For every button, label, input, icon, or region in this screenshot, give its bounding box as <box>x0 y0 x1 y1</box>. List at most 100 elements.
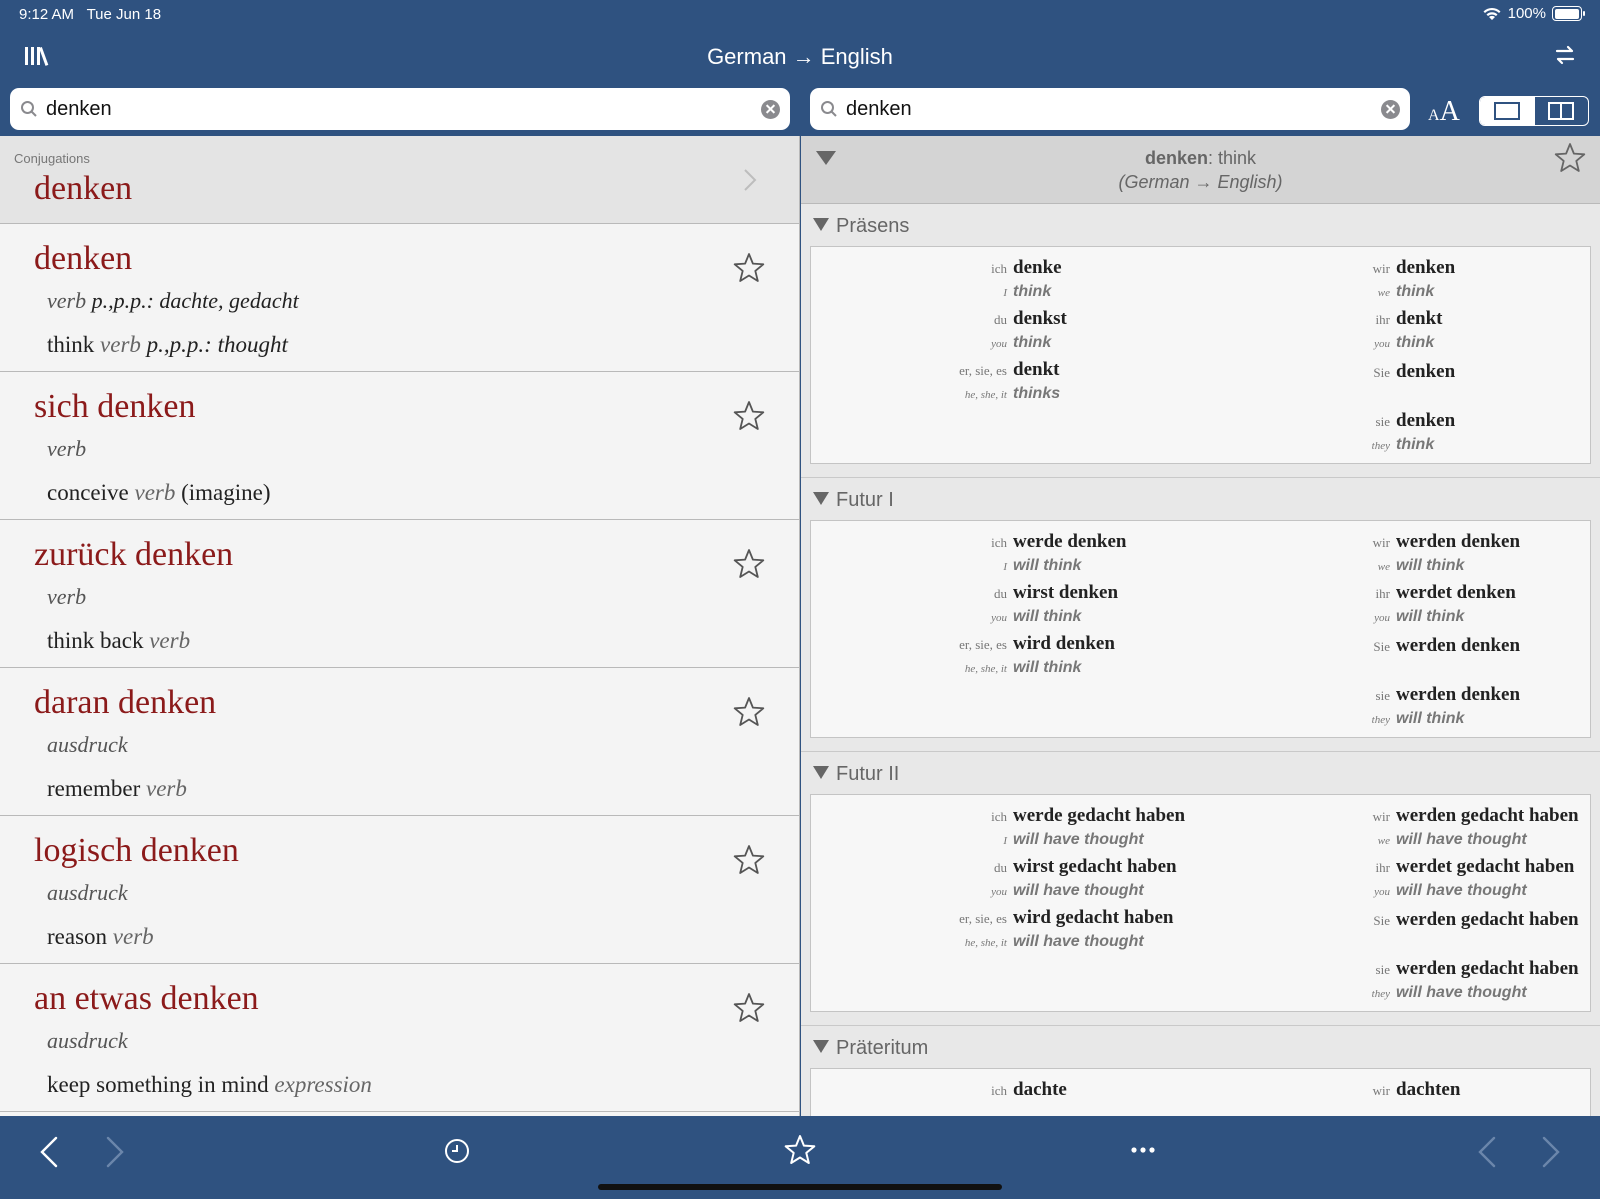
pronoun-english: you <box>1374 338 1390 350</box>
favorite-star-icon[interactable] <box>1554 142 1586 174</box>
verb-translation: will have thought <box>1013 831 1144 848</box>
single-pane-icon <box>1493 102 1520 120</box>
verb-form: denken <box>1396 361 1456 382</box>
page-title: German → English <box>707 44 893 69</box>
pronoun: Sie <box>1373 913 1390 928</box>
section-divider <box>801 464 1600 478</box>
entry-row[interactable]: denken verb p.,p.p.: dachte, gedacht think… <box>0 224 799 372</box>
status-time: 9:12 AM Tue Jun 18 <box>19 6 162 23</box>
entry-row[interactable]: logisch denken ausdruck reason verb <box>0 816 799 964</box>
tense-title: Futur II <box>836 763 900 785</box>
pronoun: ihr <box>1375 586 1390 601</box>
verb-form: denkst <box>1013 308 1067 329</box>
next-entry-icon[interactable] <box>1542 1136 1560 1168</box>
section-divider <box>801 1012 1600 1026</box>
section-divider <box>801 738 1600 752</box>
header-direction: (German → English) <box>1118 172 1283 192</box>
conjugation-pane: denken: think (German → English) Präsens… <box>801 136 1600 1116</box>
swap-direction-icon[interactable] <box>1554 44 1576 66</box>
nav-bar: German → English <box>0 28 1600 86</box>
pronoun: er, sie, es <box>959 911 1007 926</box>
verb-form: werde denken <box>1013 531 1127 552</box>
status-right: 100% <box>1482 5 1585 22</box>
collapse-triangle-icon[interactable] <box>813 766 829 779</box>
pronoun: ihr <box>1375 312 1390 327</box>
split-pane-view-button[interactable] <box>1533 97 1589 125</box>
entry-headword: zurück denken <box>34 536 234 573</box>
favorites-star-icon[interactable] <box>784 1134 816 1166</box>
entry-row[interactable]: daran denken ausdruck remember verb <box>0 668 799 816</box>
collapse-triangle-icon[interactable] <box>813 218 829 231</box>
conjugation-header: denken: think (German → English) <box>801 136 1600 204</box>
favorite-star-icon[interactable] <box>733 844 765 876</box>
pronoun-english: they <box>1371 440 1390 452</box>
wifi-icon <box>1483 7 1501 20</box>
search-input-left[interactable] <box>46 97 761 121</box>
history-clock-icon[interactable] <box>444 1138 470 1164</box>
entry-row[interactable]: zurück denken verb think back verb <box>0 520 799 668</box>
conjugations-row[interactable]: Conjugations denken <box>0 136 799 224</box>
pronoun: ich <box>991 261 1007 276</box>
pronoun: ihr <box>1375 860 1390 875</box>
entry-row[interactable]: an etwas denken ausdruck keep something i… <box>0 964 799 1112</box>
verb-form: werden denken <box>1396 531 1521 552</box>
pronoun-english: he, she, it <box>964 389 1007 401</box>
conjugation-table: ich dachte wir dachten <box>810 1068 1591 1116</box>
verb-translation: think <box>1396 334 1435 351</box>
conjugations-word: denken <box>34 170 133 207</box>
entry-translation: reason verb <box>47 924 154 949</box>
tense-header[interactable]: Futur I <box>801 478 1600 520</box>
pronoun-english: I <box>1003 835 1007 847</box>
header-title: denken: think <box>1144 148 1257 168</box>
verb-form: denkt <box>1013 359 1060 380</box>
verb-form: dachte <box>1013 1079 1067 1100</box>
clear-search-left-icon[interactable] <box>761 99 780 119</box>
collapse-triangle-icon[interactable] <box>813 492 829 505</box>
verb-translation: will have thought <box>1396 831 1527 848</box>
favorite-star-icon[interactable] <box>733 696 765 728</box>
more-options-icon[interactable] <box>1130 1146 1156 1154</box>
favorite-star-icon[interactable] <box>733 992 765 1024</box>
pronoun: ich <box>991 1083 1007 1098</box>
verb-translation: will think <box>1396 608 1465 625</box>
pronoun: wir <box>1372 809 1390 824</box>
tense-header[interactable]: Präsens <box>801 204 1600 246</box>
pronoun-english: you <box>991 612 1007 624</box>
favorite-star-icon[interactable] <box>733 252 765 284</box>
verb-form: wird denken <box>1013 633 1115 654</box>
verb-translation: will think <box>1013 608 1082 625</box>
entry-row[interactable]: sich denken verb conceive verb (imagine) <box>0 372 799 520</box>
search-input-right[interactable] <box>846 97 1381 121</box>
favorite-star-icon[interactable] <box>733 400 765 432</box>
verb-form: werdet denken <box>1396 582 1516 603</box>
search-bar-right <box>810 88 1410 130</box>
favorite-star-icon[interactable] <box>733 548 765 580</box>
pronoun-english: we <box>1377 287 1390 299</box>
conjugation-table: ich denke Ithink du denkst you think er, sie, e… <box>810 246 1591 464</box>
entry-pos: verb <box>47 584 87 609</box>
entry-translation: conceive verb (imagine) <box>47 480 271 505</box>
pronoun-english: we <box>1377 561 1390 573</box>
single-pane-view-button[interactable] <box>1480 97 1534 125</box>
forward-icon[interactable] <box>106 1136 124 1168</box>
home-indicator[interactable] <box>598 1184 1002 1190</box>
pronoun: er, sie, es <box>959 363 1007 378</box>
entry-headword: denken <box>34 240 133 277</box>
pronoun: sie <box>1375 688 1390 703</box>
pronoun-english: you <box>991 338 1007 350</box>
search-icon <box>821 101 837 117</box>
tense-header[interactable]: Präteritum <box>801 1026 1600 1068</box>
previous-entry-icon[interactable] <box>1478 1136 1496 1168</box>
collapse-triangle-icon[interactable] <box>813 1040 829 1053</box>
entry-headword: sich denken <box>34 388 196 425</box>
verb-translation: will think <box>1013 557 1082 574</box>
text-size-button[interactable]: AA <box>1428 96 1460 128</box>
verb-form: werden gedacht haben <box>1396 958 1579 979</box>
back-icon[interactable] <box>40 1136 58 1168</box>
verb-translation: will have thought <box>1396 984 1527 1001</box>
tense-header[interactable]: Futur II <box>801 752 1600 794</box>
conjugations-label: Conjugations <box>14 151 90 166</box>
pronoun-english: he, she, it <box>964 937 1007 949</box>
split-pane-icon <box>1548 102 1575 120</box>
clear-search-right-icon[interactable] <box>1381 99 1400 119</box>
